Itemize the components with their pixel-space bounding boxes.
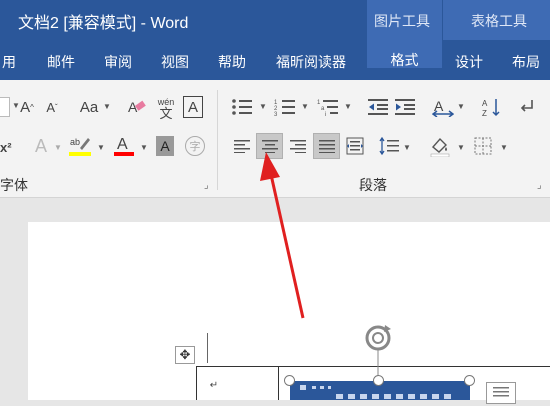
chevron-down-icon[interactable]: ▼	[259, 102, 267, 111]
tab-help[interactable]: 帮助	[218, 52, 246, 72]
superscript-icon[interactable]: x²	[0, 136, 12, 158]
table-column-border	[278, 366, 279, 400]
svg-text:A: A	[482, 99, 488, 108]
table-border-left	[196, 366, 197, 400]
shading-icon[interactable]	[428, 133, 452, 159]
phonetic-bottom-text: 文	[159, 106, 173, 121]
tab-view[interactable]: 视图	[161, 52, 189, 72]
character-border-icon[interactable]: A	[183, 96, 203, 118]
svg-text:Z: Z	[482, 109, 487, 117]
svg-text:i: i	[325, 112, 326, 116]
layout-options-button[interactable]	[486, 382, 516, 404]
align-left-icon[interactable]	[230, 134, 254, 158]
font-dialog-launcher-icon[interactable]: ⌟	[204, 180, 209, 191]
enclosed-character-icon[interactable]: 字	[185, 136, 205, 156]
document-page[interactable]	[28, 222, 550, 400]
sort-icon[interactable]: AZ	[481, 96, 503, 118]
align-center-icon	[261, 140, 278, 153]
chevron-down-icon[interactable]: ▼	[457, 102, 465, 111]
ribbon-tabs: 用 邮件 审阅 视图 帮助 福昕阅读器 格式 设计 布局	[0, 40, 550, 80]
show-hide-marks-icon[interactable]	[517, 96, 539, 118]
grow-font-icon[interactable]: A ^	[17, 96, 37, 118]
paragraph-group-label: 段落	[359, 177, 387, 193]
paragraph-dialog-launcher-icon[interactable]: ⌟	[537, 180, 542, 191]
table-move-handle-icon[interactable]: ✥	[175, 346, 195, 364]
highlight-color-icon[interactable]: ab	[66, 134, 94, 158]
margin-guide	[207, 333, 208, 363]
distributed-align-icon[interactable]	[343, 134, 367, 158]
chinese-layout-icon[interactable]: A	[432, 96, 454, 118]
window-title: 文档2 [兼容模式] - Word	[18, 15, 189, 32]
svg-text:3: 3	[274, 112, 278, 116]
numbering-icon[interactable]: 123	[273, 96, 297, 118]
chevron-down-icon[interactable]: ▼	[140, 143, 148, 152]
chevron-down-icon[interactable]: ▼	[344, 102, 352, 111]
font-color-icon[interactable]: A	[112, 134, 136, 158]
table-tools-label: 表格工具	[471, 13, 527, 29]
chevron-down-icon[interactable]: ▼	[103, 102, 111, 111]
justify-icon	[318, 140, 335, 153]
text-effects-icon[interactable]: A	[30, 134, 52, 158]
title-bar: 文档2 [兼容模式] - Word 图片工具 表格工具	[0, 0, 550, 40]
resize-handle-top-center[interactable]	[373, 375, 384, 386]
chevron-down-icon[interactable]: ▼	[403, 143, 411, 152]
character-shading-icon[interactable]: A	[156, 136, 174, 156]
table-tools-context: 表格工具	[442, 0, 550, 40]
tab-mailings[interactable]: 邮件	[47, 52, 75, 72]
borders-icon[interactable]	[472, 134, 494, 158]
tab-table-layout[interactable]: 布局	[512, 52, 540, 72]
tab-foxit-reader[interactable]: 福昕阅读器	[276, 52, 346, 72]
chevron-down-icon[interactable]: ▼	[54, 143, 62, 152]
line-spacing-icon[interactable]	[378, 134, 400, 158]
resize-handle-top-right[interactable]	[464, 375, 475, 386]
picture-tools-label: 图片工具	[374, 13, 430, 29]
tab-table-design[interactable]: 设计	[455, 52, 483, 72]
chevron-down-icon[interactable]: ▼	[500, 143, 508, 152]
group-divider	[217, 90, 218, 190]
increase-indent-icon[interactable]	[394, 96, 416, 118]
align-right-icon[interactable]	[286, 134, 310, 158]
svg-text:ab: ab	[70, 137, 80, 147]
layout-options-icon	[493, 387, 509, 397]
picture-tools-context: 图片工具	[367, 0, 442, 40]
multilevel-list-icon[interactable]: 1ai	[316, 96, 340, 118]
phonetic-guide-icon[interactable]: wén 文	[155, 94, 177, 122]
resize-handle-top-left[interactable]	[284, 375, 295, 386]
font-group-label: 字体	[0, 177, 28, 193]
shrink-font-icon[interactable]: Aˇ	[42, 96, 62, 118]
chevron-down-icon[interactable]: ▼	[301, 102, 309, 111]
svg-text:A: A	[117, 136, 128, 153]
bullets-icon[interactable]	[230, 96, 254, 118]
chevron-down-icon[interactable]: ▼	[97, 143, 105, 152]
font-size-box[interactable]	[0, 97, 10, 117]
tab-references[interactable]: 用	[2, 52, 16, 72]
chevron-down-icon[interactable]: ▼	[457, 143, 465, 152]
decrease-indent-icon[interactable]	[367, 96, 389, 118]
justify-button[interactable]	[313, 133, 340, 159]
change-case-icon[interactable]: Aa	[77, 96, 101, 118]
tab-picture-format[interactable]: 格式	[367, 40, 442, 68]
clear-formatting-icon[interactable]: A	[126, 96, 148, 118]
align-center-button[interactable]	[256, 133, 283, 159]
paragraph-mark-icon: ↵	[209, 379, 219, 391]
tab-review[interactable]: 审阅	[104, 52, 132, 72]
